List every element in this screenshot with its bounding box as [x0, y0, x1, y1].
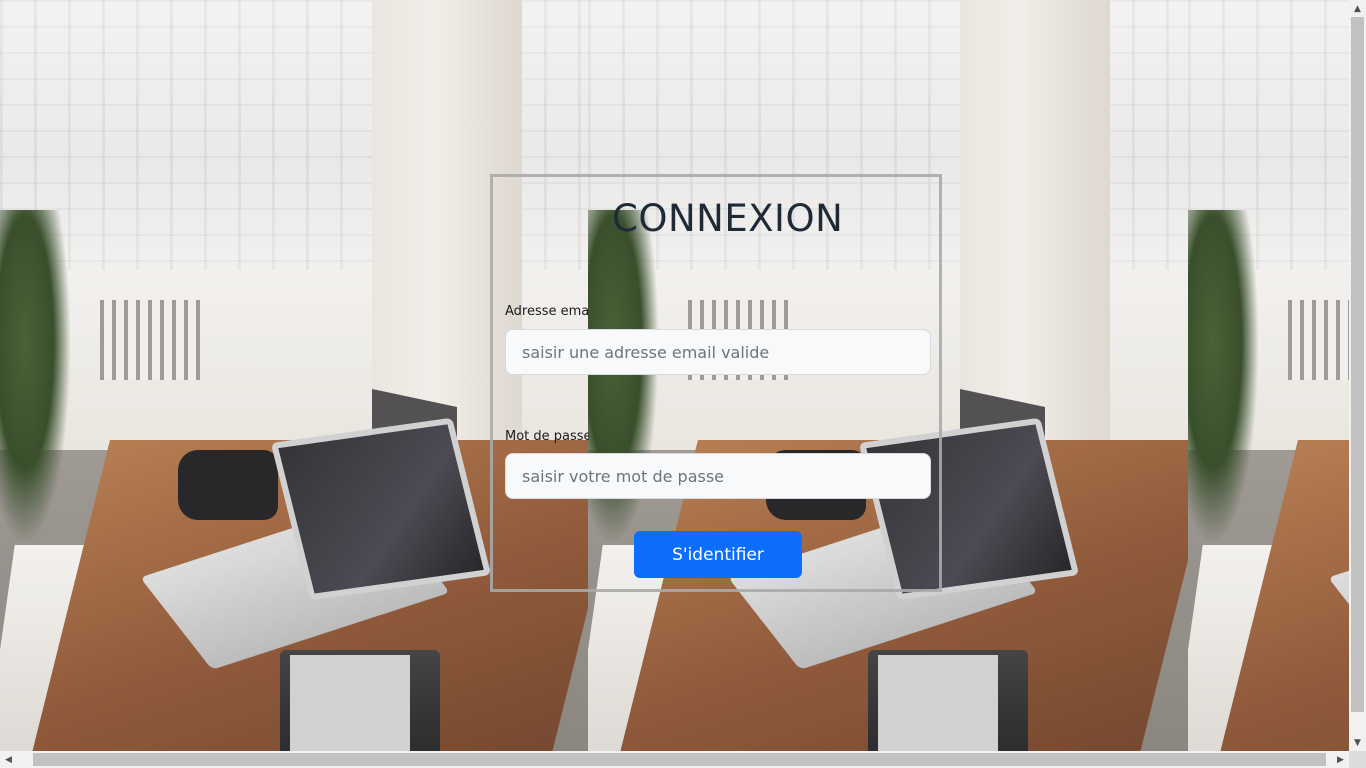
page-title: CONNEXION	[612, 197, 844, 240]
scrollbar-corner	[1349, 751, 1366, 768]
password-label-container: Mot de passe	[505, 425, 589, 443]
login-button[interactable]: S'identifier	[634, 531, 802, 578]
email-label: Adresse email	[505, 304, 589, 318]
email-label-container: Adresse email	[505, 300, 589, 318]
triangle-left-icon[interactable]: ◀	[0, 751, 17, 768]
email-field[interactable]	[505, 329, 931, 375]
vertical-scroll-thumb[interactable]	[1351, 17, 1364, 712]
horizontal-scroll-thumb[interactable]	[33, 753, 1326, 766]
password-field[interactable]	[505, 453, 931, 499]
horizontal-scrollbar[interactable]: ◀ ▶	[0, 751, 1349, 768]
vertical-scrollbar[interactable]: ▲ ▼	[1349, 0, 1366, 751]
triangle-right-icon[interactable]: ▶	[1332, 751, 1349, 768]
triangle-down-icon[interactable]: ▼	[1349, 734, 1366, 751]
page-viewport: CONNEXION Adresse email Mot de passe S'i…	[0, 0, 1349, 751]
password-label: Mot de passe	[505, 429, 589, 443]
triangle-up-icon[interactable]: ▲	[1349, 0, 1366, 17]
